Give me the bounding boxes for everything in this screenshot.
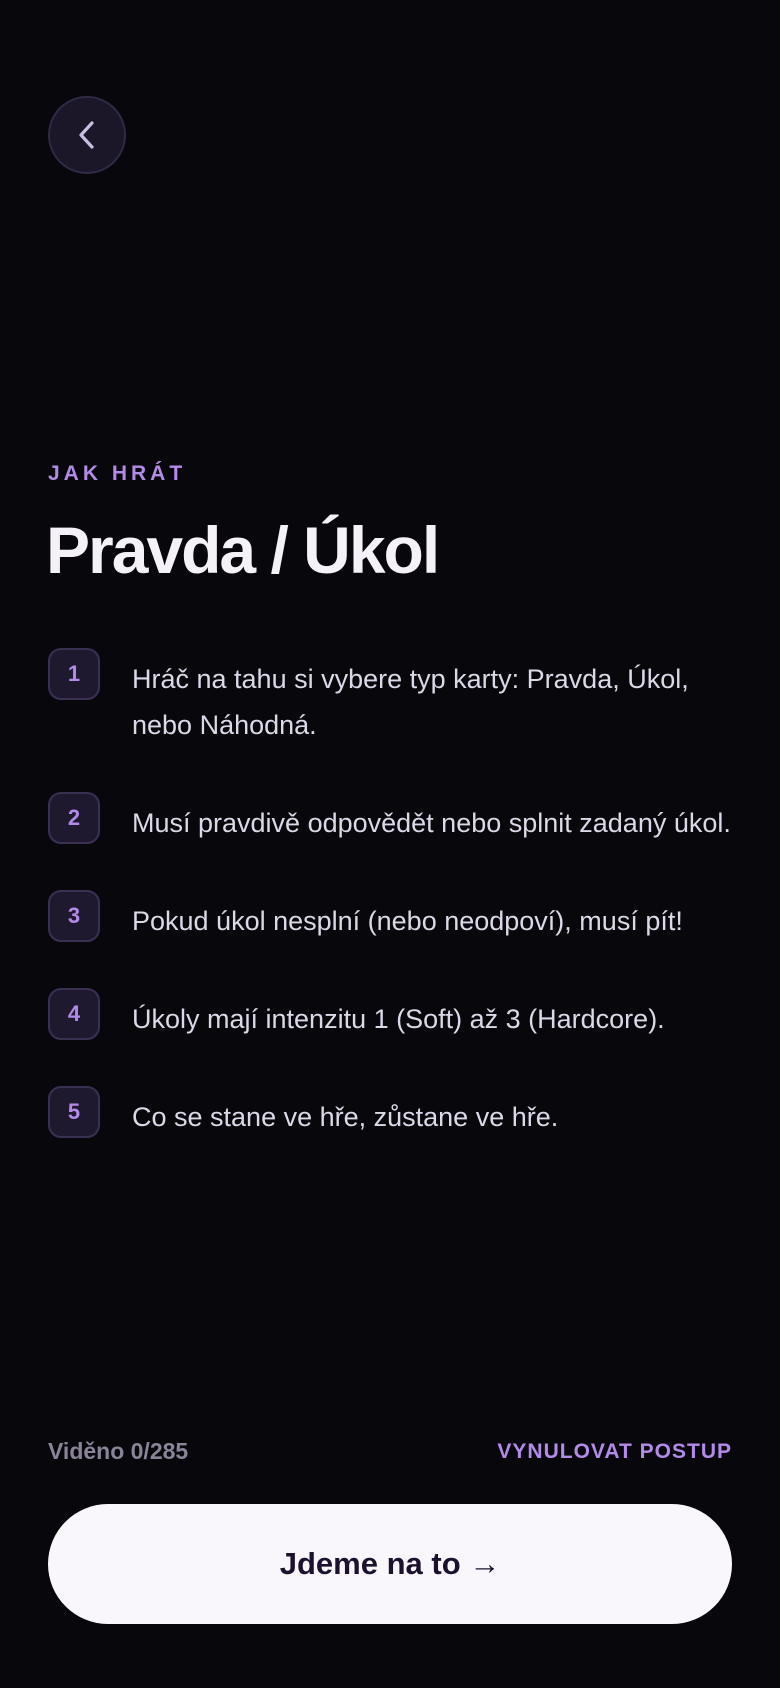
rule-item: 5 Co se stane ve hře, zůstane ve hře. xyxy=(48,1086,738,1140)
rule-number-badge: 2 xyxy=(48,792,100,844)
rule-text: Hráč na tahu si vybere typ karty: Pravda… xyxy=(132,664,689,740)
rule-item: 4 Úkoly mají intenzitu 1 (Soft) až 3 (Ha… xyxy=(48,988,738,1042)
rule-number-badge: 3 xyxy=(48,890,100,942)
rule-number-badge: 4 xyxy=(48,988,100,1040)
page-title: Pravda / Úkol xyxy=(46,513,440,587)
rule-item: 2 Musí pravdivě odpovědět nebo splnit za… xyxy=(48,792,738,846)
start-game-button[interactable]: Jdeme na to → xyxy=(48,1504,732,1624)
rules-list: 1 Hráč na tahu si vybere typ karty: Prav… xyxy=(48,648,738,1184)
rule-text: Co se stane ve hře, zůstane ve hře. xyxy=(132,1102,559,1132)
progress-row: Viděno 0/285 VYNULOVAT POSTUP xyxy=(48,1438,732,1465)
back-button[interactable] xyxy=(48,96,126,174)
seen-counter: Viděno 0/285 xyxy=(48,1438,189,1464)
rule-number-badge: 5 xyxy=(48,1086,100,1138)
rule-text: Pokud úkol nesplní (nebo neodpoví), musí… xyxy=(132,906,683,936)
rule-text: Úkoly mají intenzitu 1 (Soft) až 3 (Hard… xyxy=(132,1004,665,1034)
rule-item: 3 Pokud úkol nesplní (nebo neodpoví), mu… xyxy=(48,890,738,944)
section-eyebrow: JAK HRÁT xyxy=(48,462,187,485)
chevron-left-icon xyxy=(74,117,100,153)
rule-text: Musí pravdivě odpovědět nebo splnit zada… xyxy=(132,808,731,838)
rule-number-badge: 1 xyxy=(48,648,100,700)
rule-item: 1 Hráč na tahu si vybere typ karty: Prav… xyxy=(48,648,738,748)
reset-progress-button[interactable]: VYNULOVAT POSTUP xyxy=(497,1440,732,1464)
